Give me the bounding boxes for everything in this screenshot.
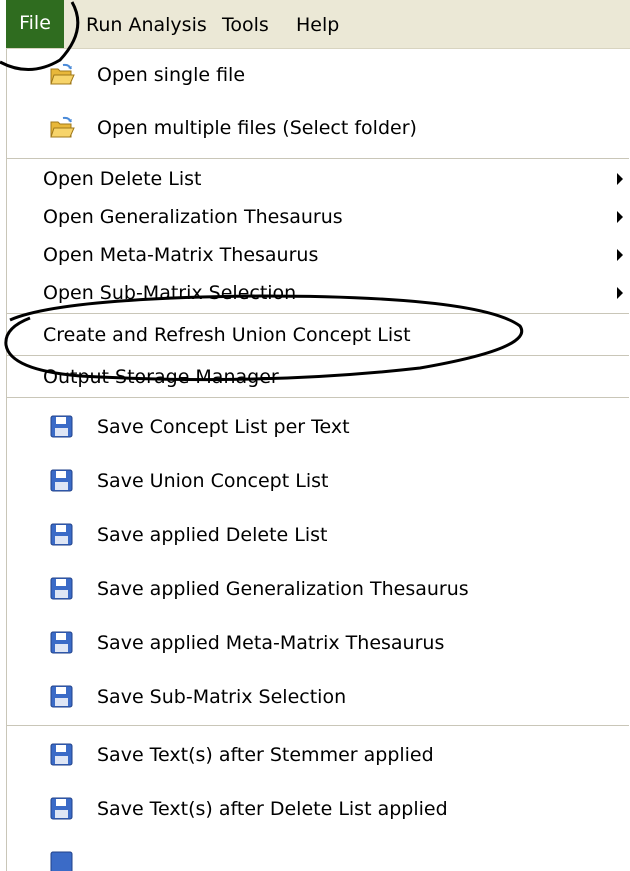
menu-item-label: Save Concept List per Text xyxy=(97,416,350,438)
menu-item-save-texts-after-stemmer[interactable]: Save Text(s) after Stemmer applied xyxy=(7,735,629,775)
menu-item-save-sub-matrix-selection[interactable]: Save Sub-Matrix Selection xyxy=(7,677,629,717)
menu-item-label: Save Union Concept List xyxy=(97,470,329,492)
menu-item-label: Open Meta-Matrix Thesaurus xyxy=(43,244,319,266)
floppy-disk-icon xyxy=(49,577,75,601)
menu-item-open-delete-list[interactable]: Open Delete List xyxy=(7,159,629,199)
floppy-disk-icon xyxy=(49,743,75,767)
menu-item-cut-off[interactable] xyxy=(7,845,629,871)
submenu-arrow-icon xyxy=(617,211,623,223)
menu-item-open-multiple-files[interactable]: Open multiple files (Select folder) xyxy=(7,108,629,148)
open-folder-icon xyxy=(49,63,75,87)
menu-file[interactable]: File xyxy=(6,0,64,48)
menu-item-open-generalization-thesaurus[interactable]: Open Generalization Thesaurus xyxy=(7,197,629,237)
open-folder-icon xyxy=(49,116,75,140)
menu-item-open-sub-matrix-selection[interactable]: Open Sub-Matrix Selection xyxy=(7,273,629,313)
menu-item-label: Open single file xyxy=(97,64,246,86)
submenu-arrow-icon xyxy=(617,287,623,299)
submenu-arrow-icon xyxy=(617,173,623,185)
menu-separator xyxy=(7,725,629,726)
menu-bar: File Run Analysis Tools Help xyxy=(6,0,630,49)
menu-item-save-applied-meta-matrix-thesaurus[interactable]: Save applied Meta-Matrix Thesaurus xyxy=(7,623,629,663)
menu-item-save-applied-delete-list[interactable]: Save applied Delete List xyxy=(7,515,629,555)
floppy-disk-icon xyxy=(49,415,75,439)
menu-separator xyxy=(7,355,629,356)
menu-separator xyxy=(7,313,629,314)
menu-item-label: Open Delete List xyxy=(43,168,202,190)
floppy-disk-icon xyxy=(49,523,75,547)
menu-tools[interactable]: Tools xyxy=(222,12,269,38)
menu-item-label: Save applied Generalization Thesaurus xyxy=(97,578,469,600)
floppy-disk-icon xyxy=(49,631,75,655)
menu-item-label: Open multiple files (Select folder) xyxy=(97,117,417,139)
floppy-disk-icon xyxy=(49,797,75,821)
menu-item-save-union-concept-list[interactable]: Save Union Concept List xyxy=(7,461,629,501)
menu-item-open-single-file[interactable]: Open single file xyxy=(7,55,629,95)
menu-item-label: Open Generalization Thesaurus xyxy=(43,206,343,228)
menu-item-create-refresh-union-concept-list[interactable]: Create and Refresh Union Concept List xyxy=(7,315,629,355)
submenu-arrow-icon xyxy=(617,249,623,261)
menu-item-label: Save Text(s) after Delete List applied xyxy=(97,798,448,820)
floppy-disk-icon xyxy=(49,469,75,493)
menu-item-label: Save Sub-Matrix Selection xyxy=(97,686,347,708)
menu-item-label: Create and Refresh Union Concept List xyxy=(43,324,411,346)
menu-separator xyxy=(7,397,629,398)
menu-run-analysis[interactable]: Run Analysis xyxy=(86,12,207,38)
menu-item-output-storage-manager[interactable]: Output Storage Manager xyxy=(7,357,629,397)
menu-item-save-concept-list-per-text[interactable]: Save Concept List per Text xyxy=(7,407,629,447)
menu-item-label: Save applied Delete List xyxy=(97,524,328,546)
menu-item-save-texts-after-delete-list[interactable]: Save Text(s) after Delete List applied xyxy=(7,789,629,829)
menu-item-open-meta-matrix-thesaurus[interactable]: Open Meta-Matrix Thesaurus xyxy=(7,235,629,275)
menu-item-label: Output Storage Manager xyxy=(43,366,279,388)
menu-item-save-applied-generalization-thesaurus[interactable]: Save applied Generalization Thesaurus xyxy=(7,569,629,609)
menu-item-label: Save Text(s) after Stemmer applied xyxy=(97,744,434,766)
floppy-disk-icon xyxy=(49,685,75,709)
menu-item-label: Open Sub-Matrix Selection xyxy=(43,282,297,304)
file-dropdown-menu: Open single file Open multiple files (Se… xyxy=(6,49,630,871)
menu-item-label: Save applied Meta-Matrix Thesaurus xyxy=(97,632,445,654)
menu-help[interactable]: Help xyxy=(296,12,339,38)
floppy-disk-icon xyxy=(49,851,75,871)
